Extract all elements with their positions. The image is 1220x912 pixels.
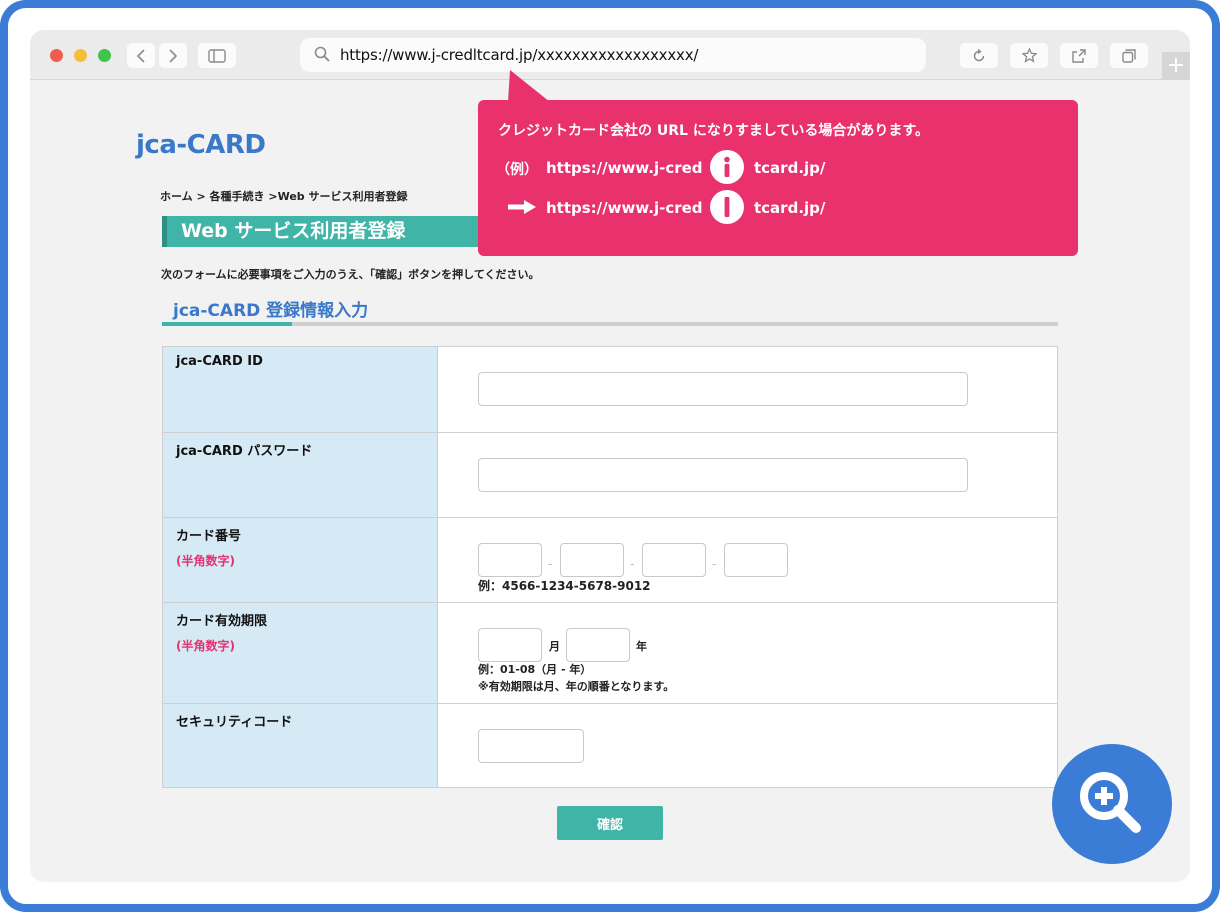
card-id-input[interactable] — [478, 372, 968, 406]
form-row-card-number: カード番号 (半角数字) - - - 例：4566-1234-5678-9012 — [163, 517, 1057, 602]
share-icon — [1072, 48, 1086, 63]
expiry-label-cell: カード有効期限 (半角数字) — [163, 603, 438, 703]
close-window-button[interactable] — [50, 49, 63, 62]
fake-url-suffix: tcard.jp/ — [754, 159, 826, 177]
card-number-dash-1: - — [548, 557, 553, 571]
card-number-dash-2: - — [630, 557, 635, 571]
form-row-expiry: カード有効期限 (半角数字) 月 年 例：01-08（月 - 年） ※有効期限は… — [163, 602, 1057, 703]
card-number-input-1[interactable] — [478, 543, 542, 577]
address-bar[interactable]: https://www.j-credltcard.jp/xxxxxxxxxxxx… — [300, 38, 926, 72]
section-divider-accent — [162, 322, 292, 326]
browser-toolbar: https://www.j-credltcard.jp/xxxxxxxxxxxx… — [30, 30, 1190, 80]
card-number-dash-3: - — [712, 557, 717, 571]
reload-icon — [973, 48, 985, 61]
id-cell — [438, 347, 1057, 432]
maximize-window-button[interactable] — [98, 49, 111, 62]
real-url-suffix: tcard.jp/ — [754, 199, 826, 217]
section-title: jca-CARD 登録情報入力 — [173, 301, 369, 321]
minimize-window-button[interactable] — [74, 49, 87, 62]
callout-example-label: （例） — [496, 162, 538, 178]
back-button[interactable] — [127, 43, 155, 68]
real-url-prefix: https://www.j-cred — [546, 199, 703, 217]
expiry-note: (半角数字) — [176, 639, 235, 653]
security-code-input[interactable] — [478, 729, 584, 763]
form-row-password: jca-CARD パスワード — [163, 432, 1057, 517]
section-divider — [162, 322, 1058, 326]
tabs-button[interactable] — [1110, 43, 1148, 68]
back-icon — [136, 48, 145, 63]
expiry-hint-order: ※有効期限は月、年の順番となります。 — [478, 680, 675, 693]
card-number-input-3[interactable] — [642, 543, 706, 577]
password-input[interactable] — [478, 458, 968, 492]
security-cell — [438, 704, 1057, 787]
form-row-security: セキュリティコード — [163, 703, 1057, 787]
new-tab-button[interactable]: + — [1162, 52, 1190, 80]
intro-text: 次のフォームに必要事項をご入力のうえ、「確認」ボタンを押してください。 — [161, 268, 540, 281]
address-url[interactable]: https://www.j-credltcard.jp/xxxxxxxxxxxx… — [340, 46, 698, 64]
card-number-hint: 例：4566-1234-5678-9012 — [478, 579, 651, 593]
tabs-icon — [1122, 48, 1136, 63]
expiry-year-input[interactable] — [566, 628, 630, 662]
letter-l-icon — [710, 190, 744, 224]
security-label: セキュリティコード — [163, 704, 438, 787]
card-number-label-cell: カード番号 (半角数字) — [163, 518, 438, 602]
callout-pointer — [508, 70, 550, 102]
password-cell — [438, 433, 1057, 517]
expiry-cell: 月 年 例：01-08（月 - 年） ※有効期限は月、年の順番となります。 — [438, 603, 1057, 703]
info-i-icon — [710, 150, 744, 184]
zoom-in-button[interactable] — [1052, 744, 1172, 864]
forward-button[interactable] — [159, 43, 187, 68]
expiry-month-unit: 月 — [549, 640, 560, 653]
card-number-label: カード番号 — [176, 529, 242, 544]
bookmark-button[interactable] — [1010, 43, 1048, 68]
confirm-button[interactable]: 確認 — [557, 806, 663, 840]
warning-callout: クレジットカード会社の URL になりすましている場合があります。 （例） ht… — [478, 100, 1078, 256]
site-logo[interactable]: jca-CARD — [136, 130, 266, 160]
card-number-input-2[interactable] — [560, 543, 624, 577]
expiry-label: カード有効期限 — [176, 614, 268, 629]
fake-url-prefix: https://www.j-cred — [546, 159, 703, 177]
card-number-note: (半角数字) — [176, 554, 235, 568]
sidebar-button[interactable] — [198, 43, 236, 68]
forward-icon — [169, 48, 178, 63]
star-icon — [1021, 48, 1037, 63]
share-button[interactable] — [1060, 43, 1098, 68]
reload-button[interactable] — [960, 43, 998, 68]
arrow-right-icon — [508, 200, 536, 214]
expiry-year-unit: 年 — [636, 640, 647, 653]
id-label: jca-CARD ID — [163, 347, 438, 432]
registration-form: jca-CARD ID jca-CARD パスワード カード番号 (半角数字) … — [162, 346, 1058, 788]
search-icon — [314, 46, 330, 62]
expiry-hint: 例：01-08（月 - 年） — [478, 663, 592, 676]
form-row-id: jca-CARD ID — [163, 347, 1057, 432]
callout-message: クレジットカード会社の URL になりすましている場合があります。 — [498, 123, 929, 139]
password-label: jca-CARD パスワード — [163, 433, 438, 517]
zoom-in-icon — [1080, 772, 1141, 833]
card-number-cell: - - - 例：4566-1234-5678-9012 — [438, 518, 1057, 602]
expiry-month-input[interactable] — [478, 628, 542, 662]
breadcrumb[interactable]: ホーム > 各種手続き >Web サービス利用者登録 — [160, 188, 408, 204]
sidebar-icon — [208, 48, 226, 63]
page-title: Web サービス利用者登録 — [162, 216, 482, 247]
card-number-input-4[interactable] — [724, 543, 788, 577]
